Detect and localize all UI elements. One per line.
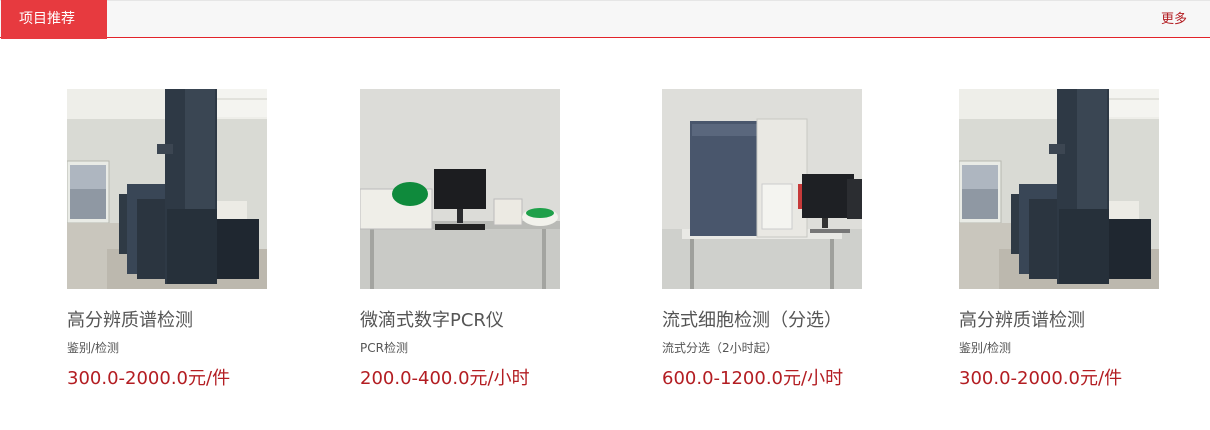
project-title[interactable]: 高分辨质谱检测 [67,309,347,333]
tab-project-recommend[interactable]: 项目推荐 [1,0,107,39]
project-category: 流式分选（2小时起） [662,341,778,355]
mass-spectrometer-photo[interactable] [959,89,1159,289]
project-price: 300.0-2000.0元/件 [67,368,231,389]
project-card-3[interactable]: 流式细胞检测（分选） 流式分选（2小时起） 600.0-1200.0元/小时 [662,89,942,391]
section-header: 项目推荐 更多 [0,0,1210,39]
project-category: PCR检测 [360,341,408,355]
mass-spectrometer-photo[interactable] [67,89,267,289]
project-price: 600.0-1200.0元/小时 [662,368,844,389]
project-card-1[interactable]: 高分辨质谱检测 鉴别/检测 300.0-2000.0元/件 [67,89,347,391]
project-title[interactable]: 微滴式数字PCR仪 [360,309,640,333]
project-card-2[interactable]: 微滴式数字PCR仪 PCR检测 200.0-400.0元/小时 [360,89,640,391]
project-category: 鉴别/检测 [959,341,1012,355]
project-price: 200.0-400.0元/小时 [360,368,530,389]
flow-cytometer-photo[interactable] [662,89,862,289]
project-title[interactable]: 高分辨质谱检测 [959,309,1210,333]
project-card-4[interactable]: 高分辨质谱检测 鉴别/检测 300.0-2000.0元/件 [959,89,1210,391]
project-category: 鉴别/检测 [67,341,120,355]
more-link[interactable]: 更多 [1161,1,1187,38]
project-title[interactable]: 流式细胞检测（分选） [662,309,942,333]
digital-pcr-instrument-photo[interactable] [360,89,560,289]
project-price: 300.0-2000.0元/件 [959,368,1123,389]
